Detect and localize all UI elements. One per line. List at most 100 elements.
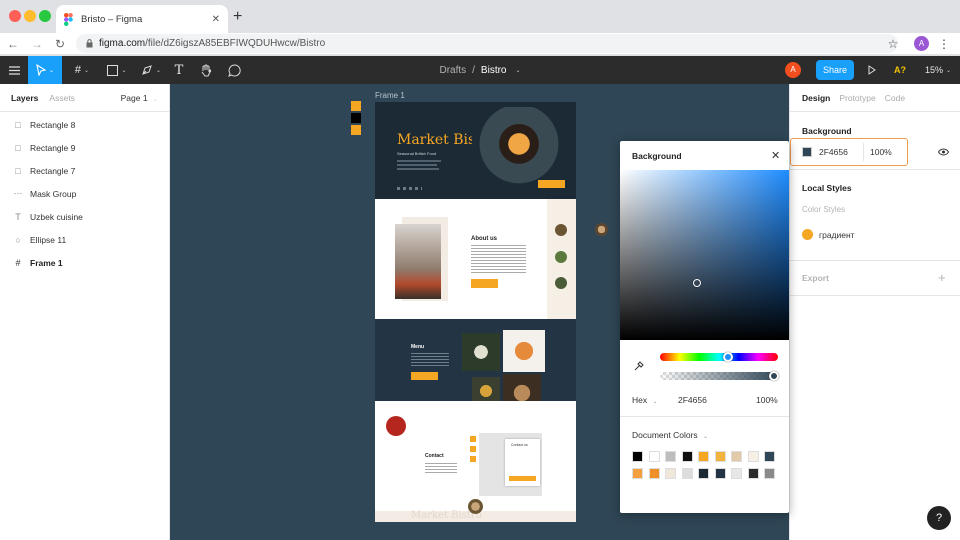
rectangle-icon: □ <box>15 165 21 176</box>
bookmark-star-icon[interactable]: ☆ <box>886 36 900 52</box>
document-color-swatch[interactable] <box>747 451 759 462</box>
layer-item[interactable]: ○ Ellipse 11 <box>0 228 169 251</box>
eyedropper-icon[interactable] <box>634 361 644 371</box>
background-fill-row[interactable]: 2F4656 100% <box>790 138 908 166</box>
frame-tool-button[interactable]: # ⌄ <box>66 56 98 84</box>
profile-avatar[interactable]: A <box>914 36 929 51</box>
layer-item[interactable]: □ Rectangle 8 <box>0 113 169 136</box>
document-color-swatch[interactable] <box>665 451 676 462</box>
opacity-slider-handle[interactable] <box>769 371 779 381</box>
forward-icon[interactable]: → <box>30 36 44 52</box>
ai-assist-button[interactable]: A? <box>890 56 910 84</box>
document-color-swatch[interactable] <box>764 468 775 479</box>
color-style-name[interactable]: градиент <box>819 230 855 240</box>
picker-opacity-input[interactable]: 100% <box>756 395 778 405</box>
document-colors-select[interactable]: Document Colors ⌄ <box>632 430 708 440</box>
color-mode-select[interactable]: Hex ⌄ <box>632 395 658 405</box>
close-picker-icon[interactable]: ✕ <box>771 149 780 162</box>
browser-tab[interactable]: Bristo – Figma ✕ <box>56 5 228 33</box>
hero-button <box>538 180 565 188</box>
user-avatar[interactable]: A <box>785 62 801 78</box>
layer-item[interactable]: ⋯ Mask Group <box>0 182 169 205</box>
document-color-swatch[interactable] <box>632 451 643 462</box>
hand-tool-icon[interactable] <box>195 56 217 84</box>
local-styles-label: Local Styles <box>802 183 852 193</box>
document-color-swatch[interactable] <box>648 451 660 462</box>
color-picker-handle[interactable] <box>693 279 701 287</box>
breadcrumb-drafts[interactable]: Drafts <box>439 65 466 76</box>
document-color-swatch[interactable] <box>681 468 693 479</box>
frame-label[interactable]: Frame 1 <box>375 91 405 100</box>
document-color-swatch[interactable] <box>648 468 660 479</box>
file-name[interactable]: Bistro <box>481 65 507 76</box>
comment-tool-icon[interactable] <box>223 56 245 84</box>
close-tab-icon[interactable]: ✕ <box>212 14 220 25</box>
color-picker-popup[interactable]: Background ✕ Hex ⌄ 2F4656 100% Document … <box>620 141 789 513</box>
style-swatch[interactable] <box>802 229 813 240</box>
hue-slider[interactable] <box>660 352 778 362</box>
document-color-swatch[interactable] <box>714 451 726 462</box>
canvas-swatch-orange[interactable] <box>351 125 361 135</box>
opacity-slider[interactable] <box>660 371 779 381</box>
present-play-icon[interactable] <box>864 56 880 84</box>
document-color-swatch[interactable] <box>698 468 709 479</box>
fill-hex-input[interactable]: 2F4656 <box>819 147 848 157</box>
layer-item[interactable]: T Uzbek cuisine <box>0 205 169 228</box>
document-color-swatch[interactable] <box>764 451 775 462</box>
background-section: Background 2F4656 100% <box>790 112 960 170</box>
pen-tool-button[interactable]: ⌄ <box>136 56 166 84</box>
tab-code[interactable]: Code <box>885 93 905 103</box>
picker-hex-input[interactable]: 2F4656 <box>678 395 707 405</box>
main-menu-icon[interactable] <box>0 56 28 84</box>
visibility-eye-icon[interactable] <box>938 148 949 156</box>
share-button[interactable]: Share <box>816 60 854 80</box>
dish-thumbnail <box>555 224 567 236</box>
canvas-swatch-orange[interactable] <box>351 101 361 111</box>
tab-layers[interactable]: Layers <box>11 93 38 103</box>
tab-prototype[interactable]: Prototype <box>839 93 875 103</box>
document-color-swatch[interactable] <box>698 451 709 462</box>
document-color-swatch[interactable] <box>731 468 742 479</box>
page-selector[interactable]: Page 1 ⌄ <box>121 93 158 103</box>
layer-item[interactable]: □ Rectangle 9 <box>0 136 169 159</box>
zoom-control[interactable]: 15% ⌄ <box>920 56 956 84</box>
reload-icon[interactable]: ↻ <box>53 36 67 52</box>
help-button[interactable]: ? <box>927 506 951 530</box>
fill-opacity-input[interactable]: 100% <box>870 147 892 157</box>
minimize-window-button[interactable] <box>24 10 36 22</box>
menu-text-block <box>411 353 449 367</box>
floating-dish-image[interactable] <box>468 499 483 514</box>
maximize-window-button[interactable] <box>39 10 51 22</box>
menu-button <box>411 372 438 380</box>
text-icon: T <box>15 211 21 222</box>
layer-item[interactable]: # Frame 1 <box>0 251 169 274</box>
browser-menu-icon[interactable]: ⋮ <box>937 36 951 52</box>
add-export-icon[interactable]: + <box>938 270 946 285</box>
new-tab-icon[interactable]: + <box>233 8 242 26</box>
close-window-button[interactable] <box>9 10 21 22</box>
contact-title: Contact <box>425 453 444 459</box>
canvas-swatch-black[interactable] <box>351 113 361 123</box>
hue-slider-handle[interactable] <box>723 352 733 362</box>
url-field[interactable]: figma.com/file/dZ6igszA85EBFIWQDUHwcw/Bi… <box>76 34 898 53</box>
text-tool-icon[interactable]: T <box>168 56 190 84</box>
tab-assets[interactable]: Assets <box>49 93 75 103</box>
document-color-swatch[interactable] <box>747 468 759 479</box>
layer-item[interactable]: □ Rectangle 7 <box>0 159 169 182</box>
dish-thumbnail <box>555 251 567 263</box>
tab-design[interactable]: Design <box>802 93 830 103</box>
file-menu-chevron-icon[interactable]: ⌄ <box>515 67 520 74</box>
fill-swatch[interactable] <box>802 147 812 157</box>
frame-1[interactable]: Market Bistro Seasonal British Food Abou… <box>375 102 576 522</box>
document-color-swatch[interactable] <box>681 451 693 462</box>
back-icon[interactable]: ← <box>6 36 20 52</box>
background-label: Background <box>802 126 852 136</box>
move-tool-button[interactable]: ⌄ <box>28 56 62 84</box>
saturation-brightness-area[interactable] <box>620 170 789 340</box>
document-color-swatch[interactable] <box>665 468 676 479</box>
shape-tool-button[interactable]: ⌄ <box>102 56 132 84</box>
document-color-swatch[interactable] <box>731 451 742 462</box>
document-color-swatch[interactable] <box>714 468 726 479</box>
floating-dish-image[interactable] <box>595 223 608 236</box>
document-color-swatch[interactable] <box>632 468 643 479</box>
